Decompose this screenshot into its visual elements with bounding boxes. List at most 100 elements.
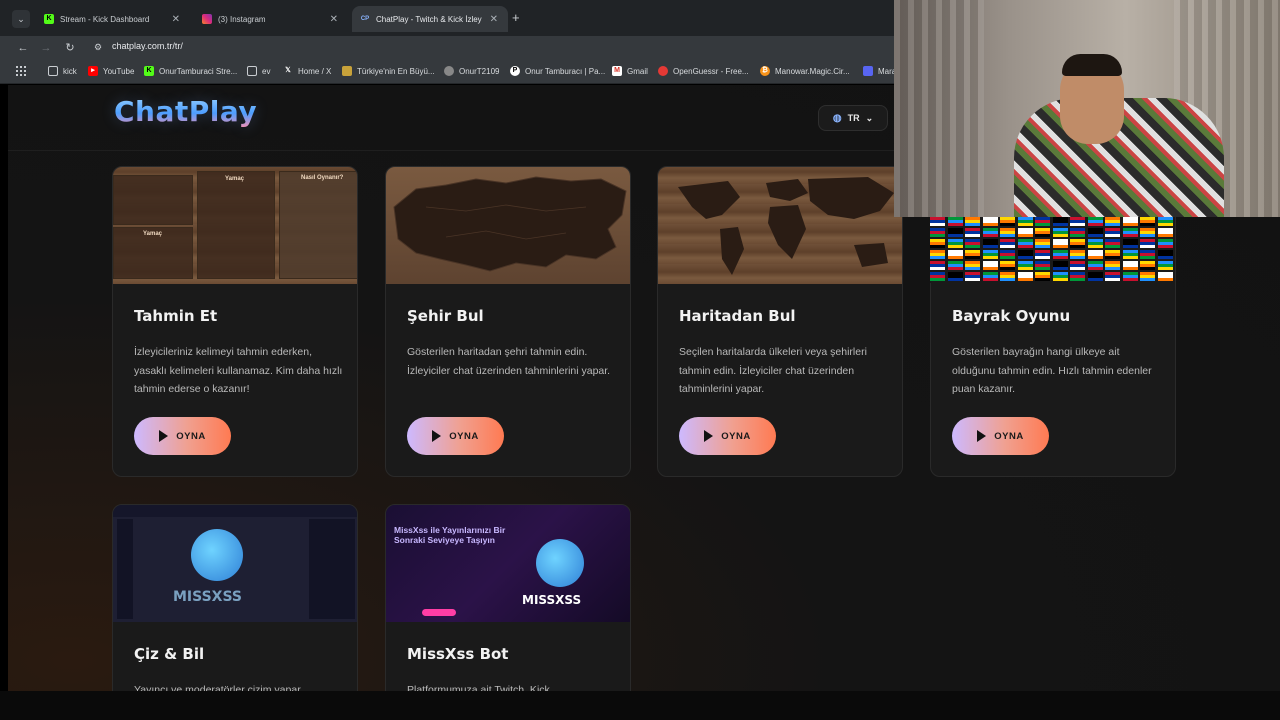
game-card-sehir-bul: Şehir Bul Gösterilen haritadan şehri tah… (385, 166, 631, 477)
flag-icon (947, 250, 963, 259)
language-selector[interactable]: ◍ TR ⌄ (818, 105, 888, 131)
reload-icon[interactable]: ↻ (62, 40, 78, 56)
flag-icon (1122, 272, 1138, 281)
game-thumbnail: MISSXSS (113, 505, 357, 622)
back-arrow-icon[interactable]: ← (15, 40, 31, 56)
apps-grid-icon[interactable] (16, 66, 26, 76)
game-title: Tahmin Et (134, 307, 218, 325)
flag-icon (930, 272, 945, 281)
bookmark-turkiye[interactable]: Türkiye'nin En Büyü... (342, 66, 435, 76)
chatplay-icon: CP (360, 16, 370, 22)
site-icon (444, 66, 454, 76)
close-tab-icon[interactable]: ✕ (330, 14, 338, 25)
youtube-icon: ▸ (88, 66, 98, 76)
taskbar (0, 691, 1280, 720)
address-bar[interactable]: chatplay.com.tr/tr/ (112, 41, 183, 51)
flag-icon (1105, 228, 1120, 237)
flag-icon (1000, 239, 1015, 248)
flag-icon (930, 239, 945, 248)
play-button-bayrak-oyunu[interactable]: OYNA (952, 417, 1049, 455)
play-icon (977, 430, 987, 442)
flag-icon (947, 217, 963, 226)
flag-icon (930, 250, 945, 259)
flag-icon (1035, 217, 1050, 226)
flag-icon (1087, 217, 1103, 226)
close-tab-icon[interactable]: ✕ (172, 14, 180, 25)
tab-search-icon[interactable]: ⌄ (12, 10, 30, 28)
flag-icon (1052, 250, 1068, 259)
thumb-text: Yamaç (225, 176, 245, 182)
close-tab-icon[interactable]: ✕ (490, 14, 498, 25)
flag-icon (965, 272, 980, 281)
kick-icon: K (144, 66, 154, 76)
flag-icon (982, 217, 998, 226)
thumb-text: MissXss ile Yayınlarınızı Bir Sonraki Se… (394, 525, 506, 545)
bookmark-gmail[interactable]: M Gmail (612, 66, 648, 76)
flag-icon (1035, 261, 1050, 270)
bookmark-manowar[interactable]: ₿ Manowar.Magic.Cir... (760, 66, 850, 76)
bookmark-x[interactable]: 𝕏 Home / X (283, 66, 331, 76)
game-description: Gösterilen bayrağın hangi ülkeye ait old… (952, 346, 1152, 395)
tab-chatplay[interactable]: CP ChatPlay - Twitch & Kick İzleyic ✕ (352, 6, 508, 32)
bookmark-ev[interactable]: ev (247, 66, 270, 76)
flag-icon (1105, 272, 1120, 281)
flag-icon (1122, 250, 1138, 259)
flag-icon (1087, 228, 1103, 237)
bookmark-kick[interactable]: kick (48, 66, 77, 76)
play-icon (432, 430, 442, 442)
flag-icon (1070, 228, 1085, 237)
screen: ⌄ K Stream - Kick Dashboard ✕ (3) Instag… (0, 0, 1280, 720)
forward-arrow-icon[interactable]: → (38, 40, 54, 56)
flag-icon (1122, 239, 1138, 248)
flag-icon (982, 261, 998, 270)
mascot-icon (191, 529, 243, 581)
webcam-overlay (894, 0, 1280, 217)
play-button-haritadan-bul[interactable]: OYNA (679, 417, 776, 455)
flag-icon (1052, 228, 1068, 237)
flag-icon (1017, 239, 1033, 248)
bookmark-onurtamburaci-stream[interactable]: K OnurTamburaci Stre... (144, 66, 237, 76)
thumb-text: Nasıl Oynanır? (301, 175, 344, 181)
tab-instagram[interactable]: (3) Instagram ✕ (194, 6, 348, 32)
flag-icon (1052, 217, 1068, 226)
play-icon (704, 430, 714, 442)
bookmark-label: OnurTamburaci Stre... (159, 66, 238, 76)
tab-title: (3) Instagram (218, 14, 266, 24)
flag-icon (1052, 239, 1068, 248)
flag-icon (1000, 261, 1015, 270)
site-info-icon[interactable]: ⚙ (94, 42, 106, 54)
thumb-text: MISSXSS (522, 593, 582, 607)
new-tab-icon[interactable]: + (512, 10, 520, 25)
flag-icon (1070, 239, 1085, 248)
bookmark-label: Manowar.Magic.Cir... (775, 66, 850, 76)
flag-icon (947, 272, 963, 281)
game-card-ciz-bil: MISSXSS Çiz & Bil Yayıncı ve moderatörle… (112, 504, 358, 691)
bookmark-label: OnurT2109 (459, 66, 500, 76)
flag-icon (1070, 217, 1085, 226)
bookmark-patreon[interactable]: P Onur Tamburacı | Pa... (510, 66, 605, 76)
flag-icon (1035, 239, 1050, 248)
flag-icon (1105, 250, 1120, 259)
tab-title: Stream - Kick Dashboard (60, 14, 150, 24)
game-card-missxss-bot: MissXss ile Yayınlarınızı Bir Sonraki Se… (385, 504, 631, 691)
bookmark-onurt2109[interactable]: OnurT2109 (444, 66, 499, 76)
game-title: Bayrak Oyunu (952, 307, 1071, 325)
bookmark-mara[interactable]: Mara (863, 66, 896, 76)
flag-icon (1000, 250, 1015, 259)
bookmark-openguessr[interactable]: OpenGuessr - Free... (658, 66, 749, 76)
tab-kick-dashboard[interactable]: K Stream - Kick Dashboard ✕ (36, 6, 190, 32)
bookmark-youtube[interactable]: ▸ YouTube (88, 66, 134, 76)
play-button-tahmin-et[interactable]: OYNA (134, 417, 231, 455)
chatplay-logo[interactable]: ChatPlay (114, 95, 257, 128)
play-icon (159, 430, 169, 442)
flag-icon (1017, 228, 1033, 237)
flag-icon (1105, 239, 1120, 248)
flag-icon (1105, 217, 1120, 226)
flag-icon (1157, 217, 1173, 226)
play-button-sehir-bul[interactable]: OYNA (407, 417, 504, 455)
flag-icon (930, 228, 945, 237)
flag-icon (1157, 250, 1173, 259)
flag-icon (947, 228, 963, 237)
game-card-haritadan-bul: Haritadan Bul Seçilen haritalarda ülkele… (657, 166, 903, 477)
game-description: Seçilen haritalarda ülkeleri veya şehirl… (679, 346, 867, 395)
